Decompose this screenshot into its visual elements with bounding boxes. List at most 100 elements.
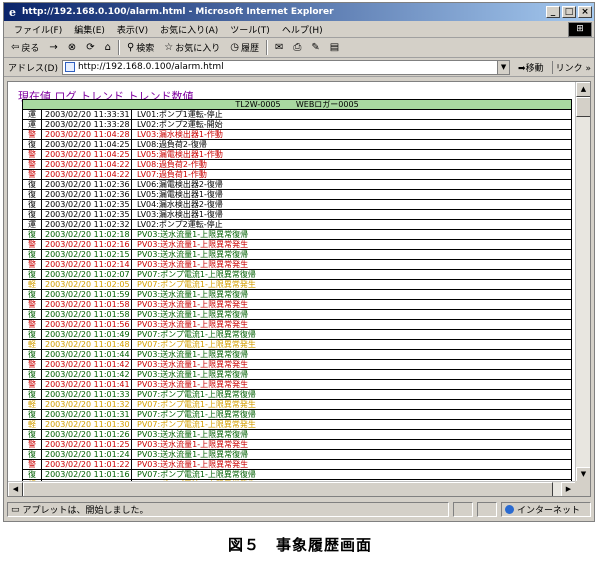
maximize-button[interactable]: □: [562, 6, 576, 18]
event-time: 2003/02/20 11:02:35: [42, 210, 132, 219]
favorites-icon: ☆: [164, 42, 174, 53]
page-content: 現在値 ログ トレンド トレンド数値 TL2W-0005 WEBロガー0005 …: [7, 81, 591, 497]
event-kind: 警: [23, 380, 42, 389]
table-row: 警 2003/02/20 11:01:58 PV03:送水流量1-上限異常発生: [23, 300, 571, 310]
event-time: 2003/02/20 11:01:31: [42, 410, 132, 419]
edit-button[interactable]: ✎: [308, 42, 322, 53]
home-icon: ⌂: [104, 42, 111, 53]
event-message: LV05:漏電検出器1-復帰: [137, 190, 223, 199]
vertical-scroll-thumb[interactable]: [576, 97, 590, 117]
event-kind: 警: [23, 160, 42, 169]
home-button[interactable]: ⌂: [102, 42, 114, 53]
event-time: 2003/02/20 11:04:25: [42, 150, 132, 159]
event-kind: 警: [23, 460, 42, 469]
event-kind: 復: [23, 210, 42, 219]
refresh-button[interactable]: ⟳: [83, 42, 97, 53]
event-kind: 復: [23, 250, 42, 259]
menu-favorites[interactable]: お気に入り(A): [154, 23, 224, 36]
event-kind: 軽: [23, 280, 42, 289]
links-button[interactable]: リンク »: [551, 60, 594, 74]
menu-edit[interactable]: 編集(E): [68, 23, 111, 36]
event-time: 2003/02/20 11:02:36: [42, 180, 132, 189]
table-row: 運 2003/02/20 11:33:31 LV01:ポンプ1運転-停止: [23, 110, 571, 120]
table-row: 復 2003/02/20 11:01:44 PV03:送水流量1-上限異常復帰: [23, 350, 571, 360]
event-time: 2003/02/20 11:02:05: [42, 280, 132, 289]
event-time: 2003/02/20 11:01:33: [42, 390, 132, 399]
event-time: 2003/02/20 11:01:16: [42, 470, 132, 479]
scroll-up-icon[interactable]: ▲: [576, 82, 590, 97]
page-viewport: 現在値 ログ トレンド トレンド数値 TL2W-0005 WEBロガー0005 …: [8, 82, 576, 482]
table-row: 軽 2003/02/20 11:01:48 PV07:ポンプ電流1-上限異常発生: [23, 340, 571, 350]
table-row: 復 2003/02/20 11:02:15 PV03:送水流量1-上限異常復帰: [23, 250, 571, 260]
menu-view[interactable]: 表示(V): [111, 23, 154, 36]
go-arrow-icon: ➡: [518, 63, 526, 74]
status-message: ▭ アプレットは、開始しました。: [7, 502, 449, 517]
horizontal-scroll-thumb[interactable]: [23, 482, 553, 496]
event-time: 2003/02/20 11:04:28: [42, 130, 132, 139]
table-row: 復 2003/02/20 11:02:07 PV07:ポンプ電流1-上限異常復帰: [23, 270, 571, 280]
event-table: TL2W-0005 WEBロガー0005 運 2003/02/20 11:33:3…: [22, 99, 572, 482]
event-kind: 運: [23, 220, 42, 229]
scroll-right-icon[interactable]: ▶: [561, 482, 576, 496]
table-row: 警 2003/02/20 11:02:16 PV03:送水流量1-上限異常発生: [23, 240, 571, 250]
print-button[interactable]: ⎙: [290, 42, 304, 53]
history-icon: ◷: [230, 42, 239, 53]
event-time: 2003/02/20 11:01:41: [42, 380, 132, 389]
address-label: アドレス(D): [8, 63, 58, 74]
go-button[interactable]: ➡移動: [514, 61, 548, 74]
event-kind: 警: [23, 440, 42, 449]
scroll-down-icon[interactable]: ▼: [576, 467, 590, 482]
toolbar-separator: [266, 40, 269, 55]
event-kind: 復: [23, 290, 42, 299]
table-row: 警 2003/02/20 11:01:56 PV03:送水流量1-上限異常発生: [23, 320, 571, 330]
discuss-button[interactable]: ▤: [327, 42, 342, 53]
event-kind: 警: [23, 170, 42, 179]
event-kind: 復: [23, 230, 42, 239]
security-zone: インターネット: [501, 502, 591, 517]
event-kind: 復: [23, 140, 42, 149]
minimize-button[interactable]: _: [546, 6, 560, 18]
event-kind: 警: [23, 150, 42, 159]
event-kind: 警: [23, 260, 42, 269]
event-kind: 復: [23, 270, 42, 279]
vertical-scrollbar[interactable]: ▲ ▼: [575, 82, 590, 482]
address-dropdown-icon[interactable]: ▼: [497, 60, 510, 74]
event-time: 2003/02/20 11:02:16: [42, 240, 132, 249]
page-icon: [64, 62, 75, 72]
favorites-label: お気に入り: [175, 44, 221, 54]
event-message: PV03:送水流量1-上限異常復帰: [137, 230, 249, 239]
table-row: 復 2003/02/20 11:01:31 PV07:ポンプ電流1-上限異常復帰: [23, 410, 571, 420]
event-kind: 復: [23, 350, 42, 359]
back-arrow-icon: ⇦: [11, 42, 20, 53]
address-input[interactable]: http://192.168.0.100/alarm.html ▼: [61, 59, 511, 75]
favorites-button[interactable]: ☆ お気に入り: [161, 41, 223, 54]
toolbar: ⇦ 戻る → ⊗ ⟳ ⌂ ⚲ 検索 ☆ お気に入り ◷ 履歴 ✉ ⎙ ✎ ▤: [4, 38, 594, 58]
table-header: TL2W-0005 WEBロガー0005: [23, 100, 571, 110]
history-button[interactable]: ◷ 履歴: [227, 41, 262, 54]
back-button[interactable]: ⇦ 戻る: [8, 41, 42, 54]
menu-file[interactable]: ファイル(F): [8, 23, 68, 36]
event-message: LV03:漏水検出器1-作動: [137, 130, 223, 139]
event-message: PV03:送水流量1-上限異常復帰: [137, 450, 249, 459]
event-kind: 復: [23, 370, 42, 379]
table-row: 警 2003/02/20 11:01:41 PV03:送水流量1-上限異常発生: [23, 380, 571, 390]
horizontal-scrollbar[interactable]: ◀ ▶: [8, 481, 576, 496]
address-url: http://192.168.0.100/alarm.html: [77, 62, 224, 72]
mail-button[interactable]: ✉: [272, 42, 286, 53]
event-message: PV03:送水流量1-上限異常復帰: [137, 310, 249, 319]
event-message: PV07:ポンプ電流1-上限異常発生: [137, 420, 256, 429]
status-bar: ▭ アプレットは、開始しました。 インターネット: [7, 501, 591, 518]
menu-help[interactable]: ヘルプ(H): [276, 23, 329, 36]
event-time: 2003/02/20 11:01:22: [42, 460, 132, 469]
table-row: 復 2003/02/20 11:01:59 PV03:送水流量1-上限異常復帰: [23, 290, 571, 300]
table-row: 復 2003/02/20 11:02:35 LV03:漏水検出器1-復帰: [23, 210, 571, 220]
search-button[interactable]: ⚲ 検索: [124, 41, 157, 54]
stop-button[interactable]: ⊗: [65, 42, 79, 53]
forward-button[interactable]: →: [46, 42, 60, 53]
event-time: 2003/02/20 11:01:42: [42, 370, 132, 379]
menu-tools[interactable]: ツール(T): [224, 23, 276, 36]
event-time: 2003/02/20 11:01:42: [42, 360, 132, 369]
go-label: 移動: [525, 63, 544, 74]
close-button[interactable]: ×: [578, 6, 592, 18]
scroll-left-icon[interactable]: ◀: [8, 482, 23, 496]
